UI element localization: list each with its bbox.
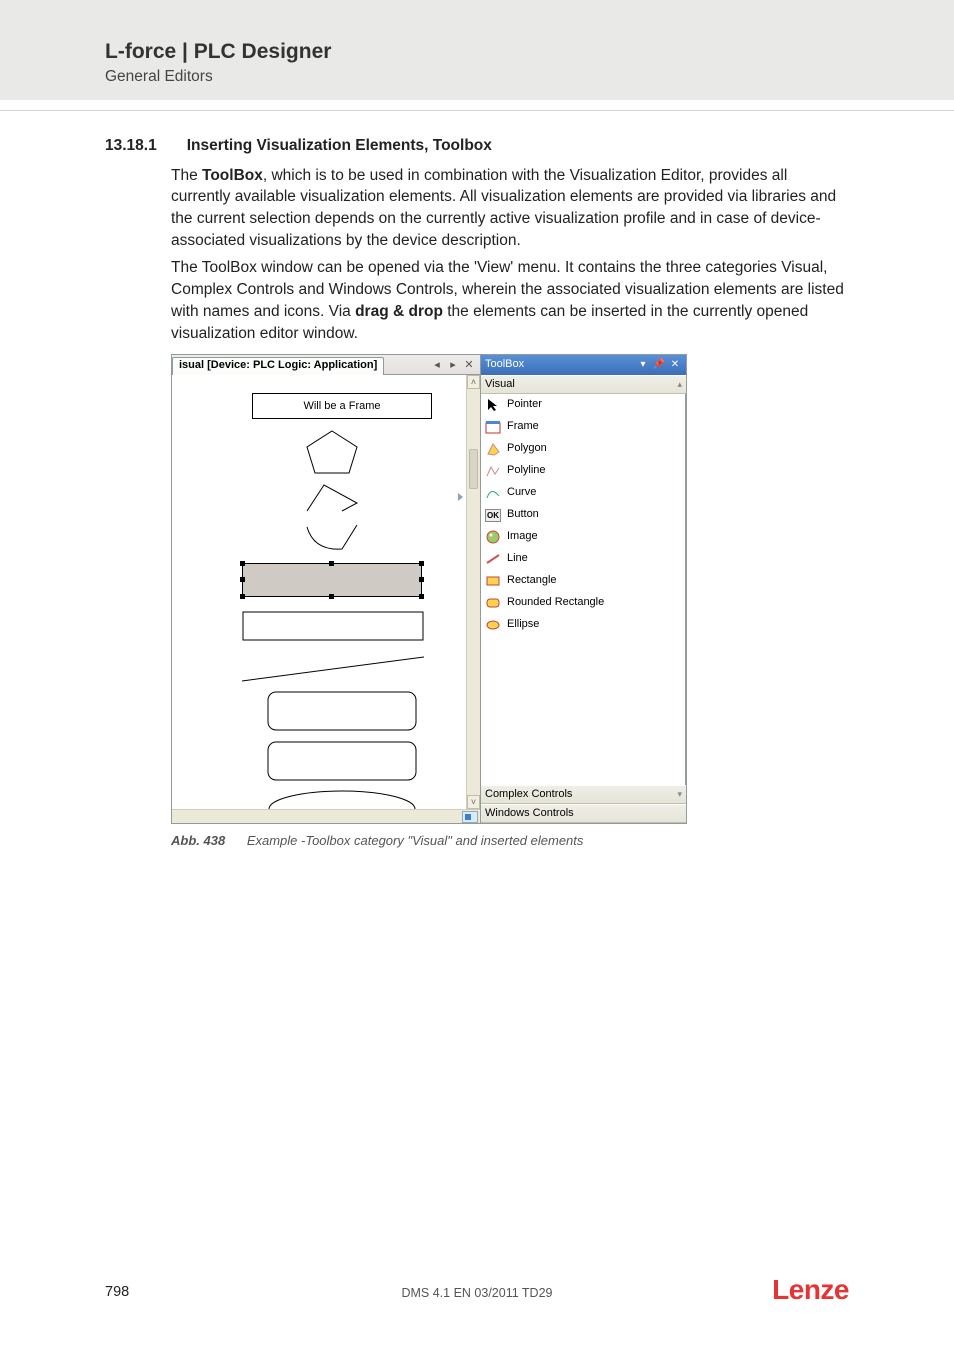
brand-logo: Lenze <box>772 1274 849 1306</box>
button-icon: OK <box>485 507 501 523</box>
paragraph: The ToolBox window can be opened via the… <box>171 257 845 344</box>
toolbox-item-rectangle[interactable]: Rectangle <box>481 570 685 592</box>
polygon-shape[interactable] <box>302 429 362 475</box>
vertical-scrollbar[interactable]: ˄ ˅ <box>466 375 480 809</box>
toolbox-item-line[interactable]: Line <box>481 548 685 570</box>
curve-shape[interactable] <box>302 521 362 555</box>
doc-title: L-force | PLC Designer <box>105 40 845 64</box>
dropdown-icon[interactable]: ▾ <box>636 358 650 372</box>
rounded-rectangle-icon <box>485 595 501 611</box>
expand-icon: ▾ <box>677 788 682 801</box>
toolbox-item-button[interactable]: OKButton <box>481 504 685 526</box>
image-icon <box>485 529 501 545</box>
section-number: 13.18.1 <box>105 135 157 157</box>
polyline-icon <box>485 463 501 479</box>
line-icon <box>485 551 501 567</box>
scroll-thumb[interactable] <box>469 449 478 489</box>
doc-subtitle: General Editors <box>105 68 845 86</box>
toolbox-category-complex[interactable]: Complex Controls ▾ <box>481 785 686 804</box>
page-footer: 798 DMS 4.1 EN 03/2011 TD29 Lenze <box>0 1260 954 1300</box>
toolbox-item-rounded-rectangle[interactable]: Rounded Rectangle <box>481 592 685 614</box>
toolbox-item-pointer[interactable]: Pointer <box>481 394 685 416</box>
section-heading: 13.18.1 Inserting Visualization Elements… <box>105 135 845 157</box>
toolbox-title: ToolBox <box>485 357 524 372</box>
polyline-shape[interactable] <box>302 481 362 515</box>
editor-tab[interactable]: isual [Device: PLC Logic: Application] <box>172 357 384 375</box>
section-title: Inserting Visualization Elements, Toolbo… <box>187 135 492 157</box>
toolbox-item-curve[interactable]: Curve <box>481 482 685 504</box>
rectangle-shape[interactable] <box>242 611 424 641</box>
close-icon[interactable]: ✕ <box>668 358 682 372</box>
expand-marker-icon <box>458 493 463 501</box>
rounded-rectangle-shape[interactable] <box>267 691 417 731</box>
pin-icon[interactable]: 📌 <box>652 358 666 372</box>
scroll-up-icon[interactable]: ˄ <box>467 375 480 389</box>
toolbox-category-windows[interactable]: Windows Controls <box>481 804 686 823</box>
tab-prev-icon[interactable]: ◂ <box>430 358 444 372</box>
divider <box>0 110 954 111</box>
collapse-icon: ▴ <box>677 378 682 391</box>
selected-rectangle[interactable] <box>242 563 422 597</box>
toolbox-titlebar: ToolBox ▾ 📌 ✕ <box>481 355 686 375</box>
tab-next-icon[interactable]: ▸ <box>446 358 460 372</box>
rounded-rectangle-shape[interactable] <box>267 741 417 781</box>
curve-icon <box>485 485 501 501</box>
screenshot: isual [Device: PLC Logic: Application] ◂… <box>171 354 687 824</box>
toolbox-item-ellipse[interactable]: Ellipse <box>481 614 685 636</box>
editor-tabstrip: isual [Device: PLC Logic: Application] ◂… <box>172 355 480 375</box>
pointer-icon <box>485 397 501 413</box>
toolbox-category-visual[interactable]: Visual ▴ <box>481 375 686 394</box>
toolbox-item-polyline[interactable]: Polyline <box>481 460 685 482</box>
polygon-icon <box>485 441 501 457</box>
rectangle-icon <box>485 573 501 589</box>
line-shape[interactable] <box>242 655 424 683</box>
scroll-down-icon[interactable]: ˅ <box>467 795 480 809</box>
paragraph: The ToolBox, which is to be used in comb… <box>171 165 845 252</box>
toolbox-item-image[interactable]: Image <box>481 526 685 548</box>
ellipse-icon <box>485 617 501 633</box>
toolbox-item-polygon[interactable]: Polygon <box>481 438 685 460</box>
visualization-canvas[interactable]: Will be a Frame <box>172 375 466 809</box>
editor-mode-icon[interactable] <box>462 811 478 823</box>
tab-close-icon[interactable]: ✕ <box>462 358 476 372</box>
figure-caption: Abb. 438 Example -Toolbox category "Visu… <box>171 832 845 850</box>
toolbox-item-list: Pointer Frame Polygon Polyline Curve OKB… <box>481 394 686 785</box>
frame-icon <box>485 419 501 435</box>
frame-element[interactable]: Will be a Frame <box>252 393 432 419</box>
horizontal-scrollbar[interactable] <box>172 809 480 823</box>
toolbox-item-frame[interactable]: Frame <box>481 416 685 438</box>
